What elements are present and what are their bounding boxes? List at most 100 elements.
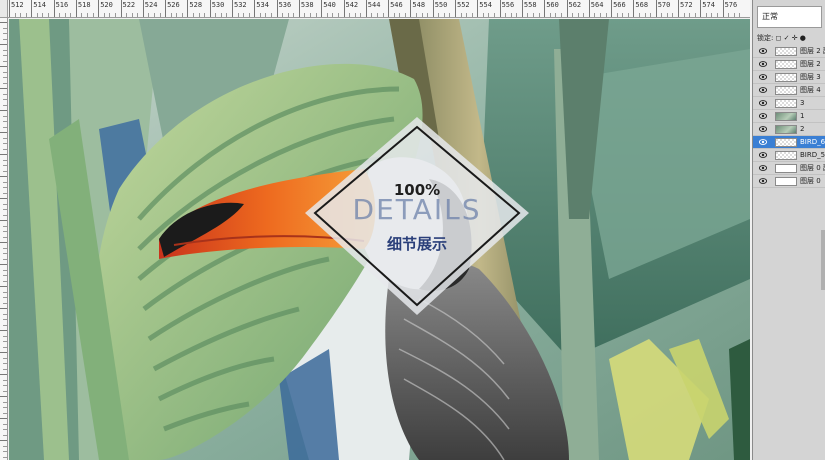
ruler-tick bbox=[3, 165, 7, 166]
ruler-tick bbox=[3, 192, 7, 194]
layer-row[interactable]: BIRD_5 bbox=[753, 149, 825, 162]
layer-name: 图层 2 副本 bbox=[800, 47, 825, 55]
ruler-tick bbox=[0, 176, 7, 177]
ruler-tick bbox=[3, 55, 7, 56]
ruler-tick bbox=[3, 121, 7, 122]
ruler-minor-tick bbox=[48, 13, 50, 17]
ruler-tick bbox=[3, 451, 7, 452]
eye-icon[interactable] bbox=[759, 87, 767, 93]
lock-options[interactable]: 锁定: ◻ ✓ ✛ ● bbox=[757, 31, 825, 45]
layer-row[interactable]: 3 bbox=[753, 97, 825, 110]
ruler-tick bbox=[3, 357, 7, 359]
eye-icon[interactable] bbox=[759, 139, 767, 145]
ruler-tick bbox=[3, 412, 7, 414]
ruler-label: 534 bbox=[256, 1, 269, 9]
layer-row[interactable]: 2 bbox=[753, 123, 825, 136]
ruler-tick bbox=[232, 0, 233, 17]
layer-thumbnail bbox=[775, 60, 797, 69]
ruler-tick bbox=[75, 0, 77, 17]
layer-row[interactable]: 1 bbox=[753, 110, 825, 123]
ruler-minor-tick bbox=[371, 13, 373, 17]
ruler-tick bbox=[0, 88, 7, 89]
eye-icon[interactable] bbox=[759, 126, 767, 132]
ruler-tick bbox=[3, 231, 7, 232]
ruler-minor-tick bbox=[349, 13, 351, 17]
ruler-tick bbox=[3, 379, 7, 381]
ruler-minor-tick bbox=[516, 13, 518, 17]
ruler-minor-tick bbox=[153, 13, 155, 17]
eye-icon[interactable] bbox=[759, 61, 767, 67]
ruler-minor-tick bbox=[399, 13, 401, 17]
ruler-minor-tick bbox=[148, 13, 150, 17]
ruler-minor-tick bbox=[594, 13, 596, 17]
layer-row[interactable]: 图层 2 bbox=[753, 58, 825, 71]
ruler-minor-tick bbox=[644, 13, 646, 17]
ruler-minor-tick bbox=[159, 13, 161, 17]
ruler-tick bbox=[3, 214, 7, 216]
ruler-label: 576 bbox=[724, 1, 738, 9]
layer-row[interactable]: 图层 2 副本 bbox=[753, 45, 825, 58]
ruler-minor-tick bbox=[192, 13, 194, 17]
ruler-label: 568 bbox=[635, 1, 649, 9]
ruler-tick bbox=[3, 247, 7, 249]
ruler-minor-tick bbox=[137, 13, 139, 17]
ruler-tick bbox=[722, 0, 724, 17]
ruler-minor-tick bbox=[560, 13, 562, 17]
ruler-tick bbox=[3, 115, 7, 117]
ruler-minor-tick bbox=[243, 13, 245, 17]
ruler-minor-tick bbox=[237, 13, 239, 17]
ruler-tick bbox=[276, 0, 278, 17]
vertical-ruler[interactable] bbox=[0, 18, 8, 460]
panel-scrollbar[interactable] bbox=[821, 230, 825, 290]
ruler-label: 562 bbox=[568, 1, 582, 9]
layer-row[interactable]: 图层 3 bbox=[753, 71, 825, 84]
layer-row[interactable]: 图层 0 副本 bbox=[753, 162, 825, 175]
layer-row[interactable]: 图层 4 bbox=[753, 84, 825, 97]
layer-name: 图层 4 bbox=[800, 86, 821, 94]
ruler-label: 574 bbox=[702, 1, 715, 9]
layer-thumbnail bbox=[775, 177, 797, 186]
ruler-tick bbox=[0, 330, 7, 331]
ruler-minor-tick bbox=[577, 13, 579, 17]
eye-icon[interactable] bbox=[759, 165, 767, 171]
eye-icon[interactable] bbox=[759, 74, 767, 80]
ruler-tick bbox=[3, 258, 7, 260]
ruler-minor-tick bbox=[181, 13, 183, 17]
layer-row[interactable]: BIRD_6 bbox=[753, 136, 825, 149]
badge-subtitle: 细节展示 bbox=[386, 235, 447, 253]
ruler-label: 538 bbox=[300, 1, 314, 9]
ruler-tick bbox=[0, 242, 7, 243]
ruler-tick bbox=[0, 440, 7, 441]
ruler-minor-tick bbox=[627, 13, 629, 17]
ruler-tick bbox=[3, 341, 7, 342]
ruler-tick bbox=[3, 407, 7, 408]
ruler-label: 556 bbox=[501, 1, 515, 9]
layer-thumbnail bbox=[775, 151, 797, 160]
eye-icon[interactable] bbox=[759, 48, 767, 54]
ruler-tick bbox=[3, 38, 7, 40]
ruler-tick bbox=[3, 429, 7, 430]
eye-icon[interactable] bbox=[759, 178, 767, 184]
ruler-label: 522 bbox=[122, 1, 136, 9]
layer-row[interactable]: 图层 0 bbox=[753, 175, 825, 188]
ruler-label: 526 bbox=[167, 1, 180, 9]
ruler-tick bbox=[388, 0, 390, 17]
ruler-tick bbox=[3, 104, 7, 106]
ruler-minor-tick bbox=[114, 13, 116, 17]
eye-icon[interactable] bbox=[759, 100, 767, 106]
ruler-minor-tick bbox=[438, 13, 440, 17]
blend-mode-select[interactable]: 正常 bbox=[757, 6, 822, 28]
eye-icon[interactable] bbox=[759, 152, 767, 158]
ruler-tick bbox=[31, 0, 33, 17]
ruler-tick bbox=[3, 82, 7, 84]
ruler-minor-tick bbox=[382, 13, 384, 17]
ruler-label: 560 bbox=[546, 1, 559, 9]
ruler-tick bbox=[3, 181, 7, 183]
eye-icon[interactable] bbox=[759, 113, 767, 119]
badge-word: DETAILS bbox=[352, 193, 482, 226]
document-canvas[interactable]: 100% DETAILS 细节展示 bbox=[9, 19, 750, 460]
ruler-minor-tick bbox=[449, 13, 451, 17]
horizontal-ruler[interactable]: 512 514 516 518 520 522 524 526 528 530 532 534 536 5… bbox=[0, 0, 750, 18]
ruler-tick bbox=[455, 0, 456, 17]
ruler-minor-tick bbox=[622, 13, 624, 17]
